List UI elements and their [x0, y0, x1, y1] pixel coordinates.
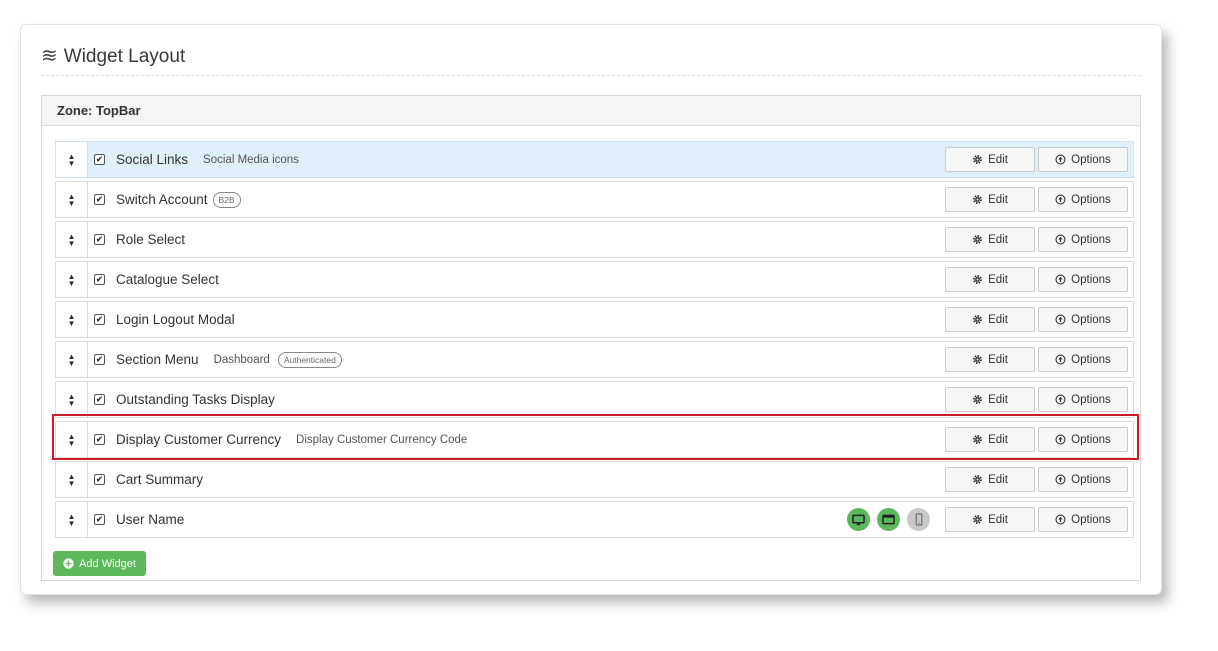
drag-handle-icon[interactable]: ▲ ▼: [56, 342, 88, 377]
widget-enabled-checkbox[interactable]: ✔: [94, 394, 105, 405]
options-button[interactable]: Options: [1038, 467, 1128, 492]
widget-enabled-checkbox[interactable]: ✔: [94, 474, 105, 485]
gear-icon: [972, 314, 983, 325]
drag-handle-icon[interactable]: ▲ ▼: [56, 382, 88, 417]
add-widget-label: Add Widget: [79, 557, 136, 570]
tablet-icon[interactable]: [877, 508, 900, 531]
edit-button[interactable]: Edit: [945, 387, 1035, 412]
widget-badge: B2B: [212, 191, 241, 208]
device-visibility-toggles: [847, 508, 930, 531]
options-button[interactable]: Options: [1038, 147, 1128, 172]
widget-row-cart-summary: ▲ ▼ ✔ Cart Summary Edit Options: [55, 461, 1134, 498]
widget-enabled-checkbox[interactable]: ✔: [94, 354, 105, 365]
widget-row-outstanding-tasks-display: ▲ ▼ ✔ Outstanding Tasks Display Edit Opti…: [55, 381, 1134, 418]
gear-icon: [972, 154, 983, 165]
zone-panel: Zone: TopBar ▲ ▼ ✔ Social Links Social Me…: [41, 95, 1141, 581]
widget-enabled-checkbox[interactable]: ✔: [94, 514, 105, 525]
drag-handle-icon[interactable]: ▲ ▼: [56, 502, 88, 537]
gear-icon: [972, 474, 983, 485]
widget-description: Social Media icons: [203, 153, 299, 166]
widget-row-login-logout-modal: ▲ ▼ ✔ Login Logout Modal Edit Options: [55, 301, 1134, 338]
widget-name: Cart Summary: [116, 472, 204, 487]
circle-arrow-up-icon: [1055, 474, 1066, 485]
edit-button[interactable]: Edit: [945, 267, 1035, 292]
widget-name: Section Menu: [116, 352, 199, 367]
options-button[interactable]: Options: [1038, 507, 1128, 532]
circle-arrow-up-icon: [1055, 354, 1066, 365]
widget-name: Display Customer Currency: [116, 432, 282, 447]
drag-handle-icon[interactable]: ▲ ▼: [56, 422, 88, 457]
edit-button[interactable]: Edit: [945, 147, 1035, 172]
widget-row-section-menu: ▲ ▼ ✔ Section Menu Dashboard Authenticate…: [55, 341, 1134, 378]
edit-button[interactable]: Edit: [945, 347, 1035, 372]
plus-circle-icon: [63, 558, 74, 569]
widget-badge: Authenticated: [277, 351, 342, 368]
widget-enabled-checkbox[interactable]: ✔: [94, 274, 105, 285]
options-button[interactable]: Options: [1038, 267, 1128, 292]
drag-handle-icon[interactable]: ▲ ▼: [56, 222, 88, 257]
gear-icon: [972, 234, 983, 245]
gear-icon: [972, 354, 983, 365]
widget-row-switch-account: ▲ ▼ ✔ Switch Account B2B Edit Options: [55, 181, 1134, 218]
circle-arrow-up-icon: [1055, 274, 1066, 285]
drag-handle-icon[interactable]: ▲ ▼: [56, 302, 88, 337]
circle-arrow-up-icon: [1055, 194, 1066, 205]
options-button[interactable]: Options: [1038, 387, 1128, 412]
drag-handle-icon[interactable]: ▲ ▼: [56, 262, 88, 297]
widget-row-display-customer-currency: ▲ ▼ ✔ Display Customer Currency Display C…: [55, 421, 1134, 458]
options-button[interactable]: Options: [1038, 227, 1128, 252]
gear-icon: [972, 514, 983, 525]
edit-button[interactable]: Edit: [945, 507, 1035, 532]
drag-handle-icon[interactable]: ▲ ▼: [56, 462, 88, 497]
options-button[interactable]: Options: [1038, 427, 1128, 452]
page-title: Widget Layout: [63, 46, 186, 67]
widget-name: Outstanding Tasks Display: [116, 392, 275, 407]
desktop-icon[interactable]: [847, 508, 870, 531]
gear-icon: [972, 434, 983, 445]
edit-button[interactable]: Edit: [945, 467, 1035, 492]
edit-button[interactable]: Edit: [945, 307, 1035, 332]
page-heading: ≋ Widget Layout: [41, 45, 1141, 76]
edit-button[interactable]: Edit: [945, 187, 1035, 212]
widget-name: Login Logout Modal: [116, 312, 235, 327]
widget-description: Dashboard: [213, 353, 270, 366]
wavy-lines-icon: ≋: [41, 45, 58, 67]
options-button[interactable]: Options: [1038, 307, 1128, 332]
widget-name: Switch Account: [116, 192, 208, 207]
mobile-icon[interactable]: [907, 508, 930, 531]
widget-name: Social Links: [116, 152, 189, 167]
widget-name: Catalogue Select: [116, 272, 219, 287]
widget-row-user-name: ▲ ▼ ✔ User Name Edit Options: [55, 501, 1134, 538]
drag-handle-icon[interactable]: ▲ ▼: [56, 142, 88, 177]
circle-arrow-up-icon: [1055, 434, 1066, 445]
gear-icon: [972, 194, 983, 205]
widget-enabled-checkbox[interactable]: ✔: [94, 314, 105, 325]
widget-enabled-checkbox[interactable]: ✔: [94, 434, 105, 445]
gear-icon: [972, 274, 983, 285]
widget-row-catalogue-select: ▲ ▼ ✔ Catalogue Select Edit Options: [55, 261, 1134, 298]
circle-arrow-up-icon: [1055, 234, 1066, 245]
zone-header: Zone: TopBar: [42, 96, 1140, 126]
options-button[interactable]: Options: [1038, 187, 1128, 212]
widget-row-role-select: ▲ ▼ ✔ Role Select Edit Options: [55, 221, 1134, 258]
gear-icon: [972, 394, 983, 405]
circle-arrow-up-icon: [1055, 154, 1066, 165]
widget-name: Role Select: [116, 232, 186, 247]
edit-button[interactable]: Edit: [945, 427, 1035, 452]
widget-layout-card: ≋ Widget Layout Zone: TopBar ▲ ▼ ✔ Social…: [20, 24, 1162, 595]
add-widget-button[interactable]: Add Widget: [53, 551, 146, 576]
widget-row-social-links: ▲ ▼ ✔ Social Links Social Media icons Edi…: [55, 141, 1134, 178]
widget-enabled-checkbox[interactable]: ✔: [94, 234, 105, 245]
circle-arrow-up-icon: [1055, 314, 1066, 325]
widget-enabled-checkbox[interactable]: ✔: [94, 194, 105, 205]
circle-arrow-up-icon: [1055, 514, 1066, 525]
widget-enabled-checkbox[interactable]: ✔: [94, 154, 105, 165]
widget-description: Display Customer Currency Code: [296, 433, 468, 446]
widget-name: User Name: [116, 512, 185, 527]
drag-handle-icon[interactable]: ▲ ▼: [56, 182, 88, 217]
circle-arrow-up-icon: [1055, 394, 1066, 405]
edit-button[interactable]: Edit: [945, 227, 1035, 252]
options-button[interactable]: Options: [1038, 347, 1128, 372]
